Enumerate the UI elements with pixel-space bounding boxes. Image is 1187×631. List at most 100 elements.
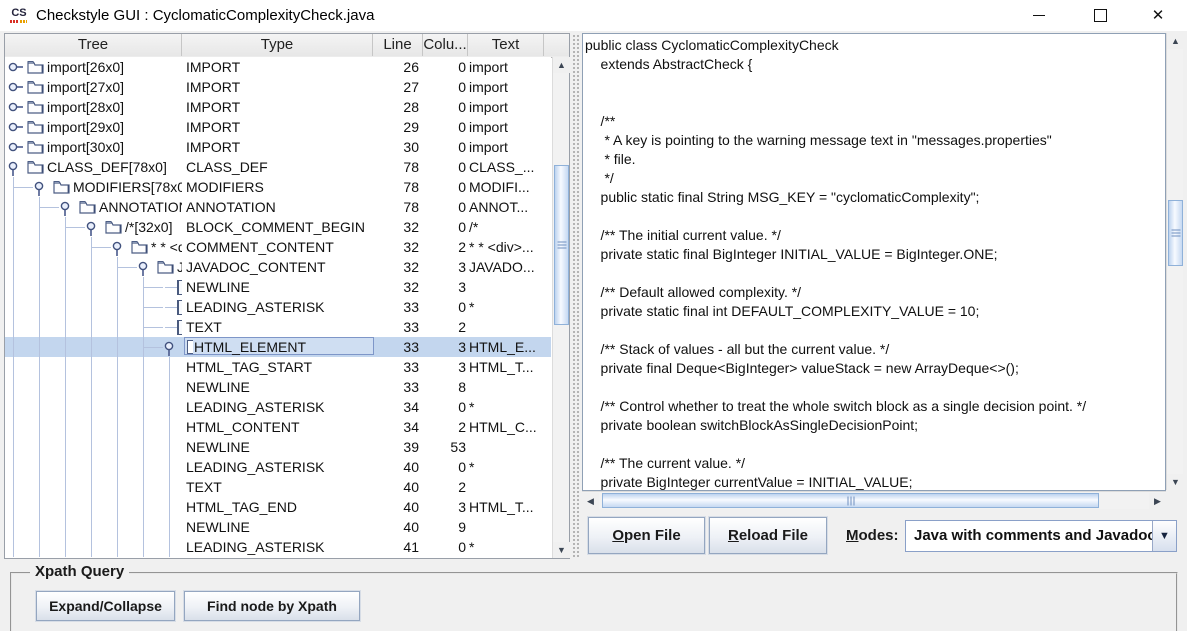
close-button[interactable]: ✕ [1135,0,1181,31]
source-code-view[interactable]: public class CyclomaticComplexityCheck e… [582,33,1166,491]
maximize-button[interactable] [1077,0,1123,31]
line-cell: 78 [373,159,419,175]
table-row[interactable]: TEXT332 [5,317,551,337]
text-cell: ANNOT... [469,199,545,215]
tree-collapsed-handle-icon[interactable] [7,97,25,117]
scrollbar-thumb[interactable] [602,493,1099,508]
table-row[interactable]: /*[32x0]BLOCK_COMMENT_BEGIN320/* [5,217,551,237]
tree-node-label: import[26x0] [47,59,124,75]
table-row[interactable]: LEADING_ASTERISK340* [5,397,551,417]
scroll-left-button[interactable]: ◀ [582,493,599,509]
column-cell: 0 [423,99,466,115]
column-header-filler [544,34,569,56]
tree-guide-line [39,337,40,357]
scroll-up-button[interactable]: ▲ [1167,33,1184,49]
column-header-line[interactable]: Line [373,34,423,56]
tree-expanded-handle-icon[interactable] [59,197,77,217]
tree-guide-line [39,517,40,537]
tree-expanded-handle-icon[interactable] [137,257,155,277]
table-row[interactable]: HTML_TAG_START333HTML_T... [5,357,551,377]
tree-guide-line [169,357,170,377]
table-row[interactable]: LEADING_ASTERISK410* [5,537,551,557]
minimize-button[interactable] [1016,0,1062,31]
line-cell: 33 [373,339,419,355]
tree-node-label: MODIFIERS[78x0] [73,179,182,195]
code-hscrollbar[interactable]: ◀▶ [582,491,1166,509]
combo-dropdown-button[interactable]: ▼ [1152,521,1176,551]
text-cell: * [469,539,545,555]
tree-collapsed-handle-icon[interactable] [7,117,25,137]
column-header-text[interactable]: Text [468,34,544,56]
line-cell: 40 [373,519,419,535]
tree-expanded-handle-icon[interactable] [163,337,181,357]
table-row[interactable]: JAVADOC_CONTENT[32x3]JAVADOC_CONTENT323J… [5,257,551,277]
column-cell: 0 [423,219,466,235]
tree-collapsed-handle-icon[interactable] [7,77,25,97]
tree-guide-line [39,537,40,557]
tree-guide-line [65,337,66,357]
table-row[interactable]: HTML_CONTENT342HTML_C... [5,417,551,437]
line-cell: 32 [373,279,419,295]
tree-expanded-handle-icon[interactable] [85,217,103,237]
text-cell: JAVADO... [469,259,545,275]
tree-cell: import[28x0] [5,97,182,117]
text-cell: import [469,79,545,95]
text-cell: HTML_T... [469,359,545,375]
tree-guide-line [91,357,92,377]
scrollbar-thumb[interactable] [554,165,569,325]
reload-file-button[interactable]: Reload File [709,517,827,554]
scroll-down-button[interactable]: ▼ [553,542,570,558]
table-row[interactable]: import[28x0]IMPORT280import [5,97,551,117]
tree-expanded-handle-icon[interactable] [33,177,51,197]
open-file-button[interactable]: Open File [588,517,705,554]
table-row[interactable]: import[27x0]IMPORT270import [5,77,551,97]
tree-expanded-handle-icon[interactable] [7,157,25,177]
table-row[interactable]: NEWLINE323 [5,277,551,297]
tree-guide-line [117,517,118,537]
table-row[interactable]: MODIFIERS[78x0]MODIFIERS780MODIFI... [5,177,551,197]
column-header-tree[interactable]: Tree [5,34,182,56]
tree-guide-line [65,277,66,297]
tree-guide-line [13,217,14,237]
split-divider[interactable] [570,33,582,559]
table-row[interactable]: NEWLINE409 [5,517,551,537]
tree-guide-line [65,377,66,397]
code-line: /** Default allowed complexity. */ [585,283,801,302]
table-row[interactable]: CLASS_DEF[78x0]CLASS_DEF780CLASS_... [5,157,551,177]
table-row[interactable]: HTML_ELEMENT333HTML_E...HTML_ELEMENT [5,337,551,357]
tree-cell [5,337,182,357]
table-row[interactable]: import[29x0]IMPORT290import [5,117,551,137]
scroll-up-button[interactable]: ▲ [553,57,570,73]
table-row[interactable]: HTML_TAG_END403HTML_T... [5,497,551,517]
scroll-down-button[interactable]: ▼ [1167,474,1184,490]
table-row[interactable]: LEADING_ASTERISK330* [5,297,551,317]
column-cell: 0 [423,79,466,95]
tree-guide-line [65,457,66,477]
table-row[interactable]: import[30x0]IMPORT300import [5,137,551,157]
table-row[interactable]: LEADING_ASTERISK400* [5,457,551,477]
tree-collapsed-handle-icon[interactable] [7,57,25,77]
find-node-by-xpath-button[interactable]: Find node by Xpath [184,591,360,621]
tree-expanded-handle-icon[interactable] [111,237,129,257]
modes-combobox[interactable]: Java with comments and Javadocs ▼ [905,520,1177,552]
tree-vscrollbar[interactable]: ▲▼ [552,57,569,558]
tree-guide-line [143,537,144,557]
expand-collapse-button[interactable]: Expand/Collapse [36,591,175,621]
column-header-type[interactable]: Type [182,34,373,56]
table-row[interactable]: ANNOTATION[78x0]ANNOTATION780ANNOT... [5,197,551,217]
selected-node-box[interactable]: HTML_ELEMENT [184,337,374,355]
tree-guide-line [143,437,144,457]
scroll-right-button[interactable]: ▶ [1149,493,1166,509]
code-line: /** The initial current value. */ [585,226,781,245]
code-line: * file. [585,150,636,169]
table-row[interactable]: NEWLINE338 [5,377,551,397]
tree-collapsed-handle-icon[interactable] [7,137,25,157]
table-row[interactable]: import[26x0]IMPORT260import [5,57,551,77]
column-header-colu[interactable]: Colu... [423,34,468,56]
tree-guide-line [169,517,170,537]
table-row[interactable]: TEXT402 [5,477,551,497]
table-row[interactable]: NEWLINE3953 [5,437,551,457]
scrollbar-thumb[interactable] [1168,200,1183,266]
code-vscrollbar[interactable]: ▲▼ [1166,33,1183,490]
table-row[interactable]: * * <div>...COMMENT_CONTENT322* * <div>.… [5,237,551,257]
